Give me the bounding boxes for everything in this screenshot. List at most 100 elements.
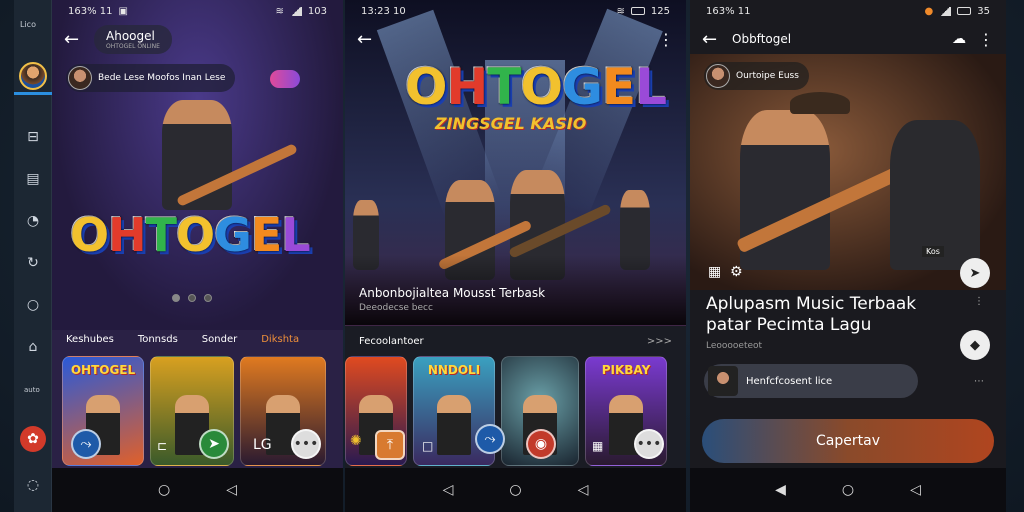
more-dots-icon[interactable]: ⋯ — [974, 376, 984, 387]
more-dots-icon[interactable]: ⋮ — [974, 296, 984, 307]
caption-title: Anbonbojialtea Mousst Terbask — [359, 286, 546, 300]
comment-icon[interactable]: ◆ — [960, 330, 990, 360]
gear-icon[interactable]: ✺ — [350, 433, 362, 449]
system-nav-bar: ○ ◁ — [52, 468, 343, 512]
tab-1[interactable]: Keshubes — [66, 334, 114, 354]
profile-avatar — [706, 64, 730, 88]
profile-chip[interactable]: Bede Lese Moofos Inan Lese — [66, 64, 236, 92]
record-icon[interactable]: ◉ — [526, 429, 556, 459]
profile-text: Ourtoipe Euss — [736, 71, 799, 81]
square-icon[interactable]: □ — [422, 439, 433, 453]
track-chip[interactable]: Henfcfcosent lice — [704, 364, 918, 398]
status-bar: 13:23 10 ≋ 125 — [345, 0, 686, 22]
live-badge-icon[interactable] — [270, 70, 300, 88]
nav-recent-icon[interactable]: ◁ — [578, 482, 589, 498]
left-rail: Lico ⊟ ▤ ◔ ↻ ○ ⌂ auto ✿ ◌ — [14, 0, 52, 512]
more-icon[interactable]: ••• — [634, 429, 664, 459]
chat-small-icon[interactable]: ◌ — [20, 472, 46, 498]
overflow-menu-icon[interactable]: ⋮ — [658, 30, 674, 49]
comment-icon[interactable]: ○ — [20, 292, 46, 318]
film-icon[interactable]: ▦ — [592, 439, 603, 453]
document-icon[interactable]: ▤ — [20, 166, 46, 192]
tab-3[interactable]: Sonder — [202, 334, 237, 354]
carousel-dots[interactable] — [172, 294, 212, 302]
category-tabs: Keshubes Tonnsds Sonder Dikshta — [52, 334, 343, 354]
logo-subtitle: ZINGSGEL KASIO — [435, 114, 587, 133]
signal-icon — [289, 6, 302, 16]
wifi-icon: ≋ — [616, 5, 625, 17]
cta-label: Capertav — [816, 433, 880, 449]
rail-selection-indicator — [14, 92, 52, 95]
share-icon[interactable]: ⤳ — [475, 424, 505, 454]
forward-icon[interactable]: ➤ — [199, 429, 229, 459]
page-title: Ahoogel — [106, 28, 155, 43]
back-arrow-icon[interactable]: ← — [64, 29, 84, 50]
cloud-icon[interactable]: ☁ — [952, 31, 966, 47]
status-time: 163% 11 — [706, 5, 751, 17]
tab-2[interactable]: Tonnsds — [138, 334, 178, 354]
content-card[interactable]: OHTOGEL ⤳ — [62, 356, 144, 466]
overflow-menu-icon[interactable]: ⋮ — [978, 30, 994, 49]
gallery-icon[interactable]: ▦ — [708, 264, 721, 280]
wifi-icon: ≋ — [275, 5, 284, 17]
phone-screen-2: 13:23 10 ≋ 125 ← ⋮ OHTOGEL ZINGSGEL KASI… — [345, 0, 686, 512]
rail-mid-label: auto — [24, 386, 40, 394]
section-title: Fecoolantoer — [359, 336, 424, 347]
status-bar: 163% 11 ● 35 — [690, 0, 1006, 22]
nav-back-icon[interactable]: ◀ — [775, 482, 786, 498]
share-forward-icon[interactable]: ➤ — [960, 258, 990, 288]
status-notification-icon: ▣ — [118, 5, 128, 17]
message-icon[interactable]: ⊟ — [20, 124, 46, 150]
signal-icon — [939, 6, 952, 16]
nav-home-icon[interactable]: ○ — [509, 482, 521, 498]
system-nav-bar: ◀ ○ ◁ — [690, 468, 1006, 512]
bookmark-icon[interactable]: ⤒ — [375, 430, 405, 460]
content-card[interactable]: LG ••• — [240, 356, 326, 466]
nav-home-icon[interactable]: ○ — [842, 482, 854, 498]
headline: Aplupasm Music Terbaak patar Pecimta Lag… — [706, 294, 916, 336]
nav-back-icon[interactable]: ◁ — [443, 482, 454, 498]
content-card[interactable]: ◉ — [501, 356, 579, 466]
content-card[interactable]: ⊏ ➤ — [150, 356, 234, 466]
primary-cta-button[interactable]: Capertav — [702, 419, 994, 463]
share-icon[interactable]: ⤳ — [71, 429, 101, 459]
headline-line-2: patar Pecimta Lagu — [706, 315, 872, 335]
nav-back-icon[interactable]: ◁ — [226, 482, 237, 498]
ohtogel-logo: OHTOGEL — [70, 208, 311, 262]
settings-icon[interactable]: ⚙ — [730, 264, 743, 280]
page-subtitle: OHTOGEL ONLINE — [106, 42, 160, 50]
track-thumbnail — [708, 366, 738, 396]
back-arrow-icon[interactable]: ← — [702, 29, 722, 50]
rail-avatar[interactable] — [19, 62, 47, 90]
status-battery-text: 103 — [307, 5, 327, 17]
home-icon[interactable]: ⌂ — [20, 334, 46, 360]
more-icon[interactable]: ••• — [291, 429, 321, 459]
settings-red-icon[interactable]: ✿ — [20, 426, 46, 452]
see-more-link[interactable]: >>> — [647, 336, 672, 347]
tab-4[interactable]: Dikshta — [261, 334, 299, 354]
profile-text: Bede Lese Moofos Inan Lese — [98, 73, 226, 83]
system-nav-bar: ◁ ○ ◁ — [345, 468, 686, 512]
battery-icon — [630, 7, 645, 15]
content-card[interactable]: PIKBAY ▦ ••• — [585, 356, 667, 466]
top-app-bar: ← Obbftogel ☁ ⋮ — [690, 24, 1006, 54]
card-label: LG — [253, 437, 272, 453]
battery-icon — [957, 7, 972, 15]
track-title: Henfcfcosent lice — [746, 375, 833, 387]
back-arrow-icon[interactable]: ← — [357, 29, 377, 50]
caption-subtitle: Deeodecse becc — [359, 303, 433, 313]
nav-recent-icon[interactable]: ◁ — [910, 482, 921, 498]
nav-home-icon[interactable]: ○ — [158, 482, 170, 498]
profile-chip[interactable]: Ourtoipe Euss — [704, 62, 809, 90]
status-bar: 163% 11 ▣ ≋ 103 — [52, 0, 343, 22]
status-time: 163% 11 — [68, 5, 113, 17]
status-time: 13:23 10 — [361, 5, 406, 17]
phone-screen-3: 163% 11 ● 35 ← Obbftogel ☁ ⋮ Ourtoipe Eu… — [690, 0, 1006, 512]
status-battery-text: 35 — [977, 5, 990, 17]
refresh-icon[interactable]: ↻ — [20, 250, 46, 276]
hat-graphic — [790, 92, 850, 114]
card-title: NNDOLI — [427, 363, 481, 377]
square-icon[interactable]: ⊏ — [157, 439, 167, 453]
title-pill[interactable]: Ahoogel OHTOGEL ONLINE — [94, 24, 172, 54]
chat-bubble-icon[interactable]: ◔ — [20, 208, 46, 234]
